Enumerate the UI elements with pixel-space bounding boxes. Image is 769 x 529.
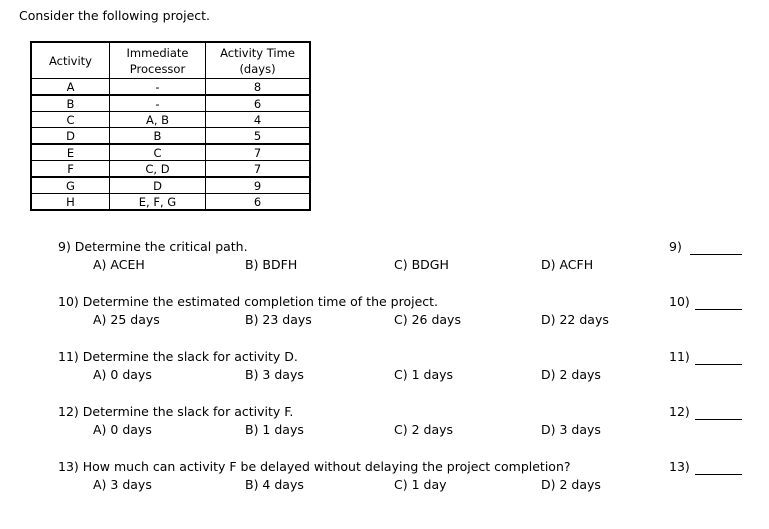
cell-activity: E [30,143,110,161]
cell-predecessor: E, F, G [109,193,206,211]
cell-time: 9 [205,176,311,194]
table-row: B - 6 [30,94,311,112]
cell-predecessor: D [109,176,206,194]
answer-number: 9) [669,239,682,254]
activity-table: Activity Immediate Processor Activity Tim… [30,41,311,211]
option-b: B) 23 days [245,312,312,327]
cell-activity: D [30,127,110,145]
cell-time: 8 [205,78,311,96]
cell-activity: G [30,176,110,194]
option-b: B) 3 days [245,367,304,382]
table-row: C A, B 4 [30,111,311,128]
option-c: C) 2 days [394,422,454,437]
option-c: C) 26 days [394,312,461,327]
cell-time: 5 [205,127,311,145]
answer-blank[interactable] [695,309,742,310]
answer-number: 12) [669,404,690,419]
cell-predecessor: B [109,127,206,145]
table-row: E C 7 [30,143,311,161]
answer-blank[interactable] [695,364,742,365]
header-activity-time: Activity Time (days) [205,41,311,79]
option-a: A) ACEH [93,257,145,272]
answer-number: 13) [669,459,690,474]
table-row: F C, D 7 [30,160,311,178]
question-stem: 13) How much can activity F be delayed w… [58,459,571,474]
answer-number: 10) [669,294,690,309]
cell-predecessor: A, B [109,111,206,128]
table-row: A - 8 [30,78,311,96]
cell-time: 7 [205,160,311,178]
option-a: A) 3 days [93,477,152,492]
option-b: B) BDFH [245,257,298,272]
answer-blank[interactable] [695,474,742,475]
header-activity: Activity [30,41,110,79]
option-d: D) 22 days [541,312,609,327]
option-d: D) 3 days [541,422,601,437]
cell-activity: H [30,193,110,211]
cell-activity: C [30,111,110,128]
option-c: C) 1 day [394,477,447,492]
cell-predecessor: C, D [109,160,206,178]
cell-time: 7 [205,143,311,161]
header-immediate-processor: Immediate Processor [109,41,206,79]
option-b: B) 4 days [245,477,304,492]
cell-activity: A [30,78,110,96]
question-stem: 11) Determine the slack for activity D. [58,349,298,364]
option-c: C) BDGH [394,257,449,272]
option-c: C) 1 days [394,367,454,382]
cell-activity: B [30,94,110,112]
option-d: D) ACFH [541,257,594,272]
cell-time: 4 [205,111,311,128]
option-d: D) 2 days [541,367,601,382]
cell-activity: F [30,160,110,178]
option-b: B) 1 days [245,422,304,437]
question-stem: 12) Determine the slack for activity F. [58,404,294,419]
answer-blank[interactable] [695,419,742,420]
cell-predecessor: C [109,143,206,161]
cell-predecessor: - [109,78,206,96]
answer-number: 11) [669,349,690,364]
question-stem: 10) Determine the estimated completion t… [58,294,439,309]
option-a: A) 0 days [93,367,152,382]
cell-time: 6 [205,94,311,112]
table-row: G D 9 [30,176,311,194]
answer-blank[interactable] [690,254,742,255]
table-header-row: Activity Immediate Processor Activity Tim… [30,41,311,79]
table-row: D B 5 [30,127,311,145]
question-stem: 9) Determine the critical path. [58,239,248,254]
intro-text: Consider the following project. [19,8,211,23]
option-d: D) 2 days [541,477,601,492]
option-a: A) 0 days [93,422,152,437]
table-row: H E, F, G 6 [30,193,311,211]
option-a: A) 25 days [93,312,160,327]
cell-time: 6 [205,193,311,211]
cell-predecessor: - [109,94,206,112]
